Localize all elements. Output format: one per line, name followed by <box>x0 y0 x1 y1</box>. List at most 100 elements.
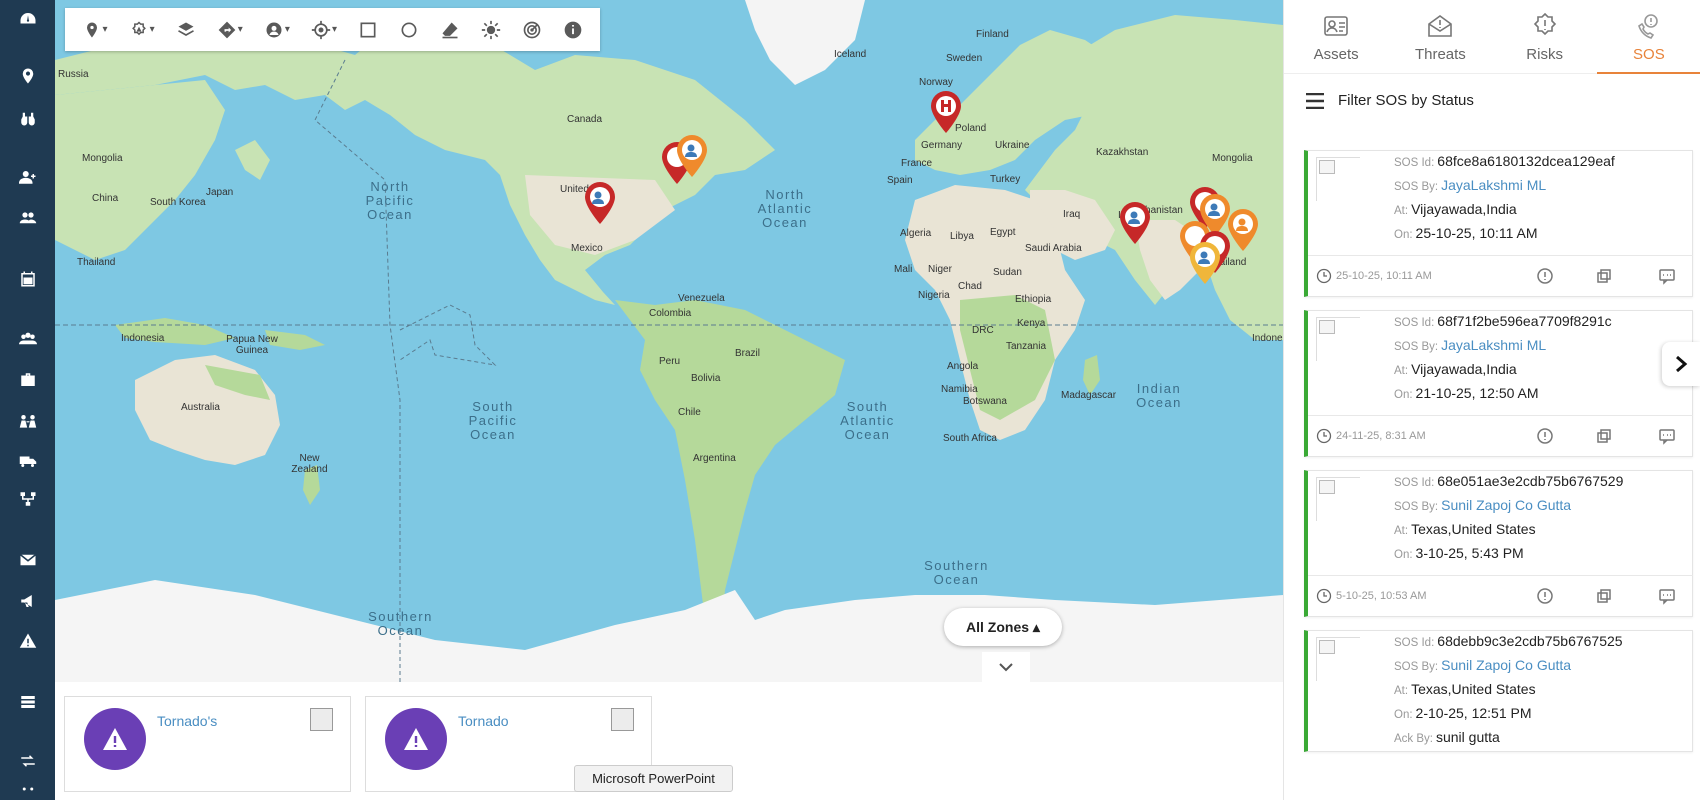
sos-id-label: SOS Id: <box>1394 637 1435 649</box>
sos-pin[interactable] <box>583 181 617 225</box>
map-pin-icon <box>86 22 97 37</box>
copy-icon[interactable] <box>1595 587 1613 605</box>
sos-card[interactable]: SOS Id: 68e051ae3e2cdb75b6767529 SOS By: S… <box>1304 470 1693 617</box>
brightness-tool[interactable] <box>481 20 501 40</box>
tab-assets[interactable]: Assets <box>1284 0 1388 74</box>
sos-card[interactable]: SOS Id: 68f71f2be596ea7709f8291c SOS By: J… <box>1304 310 1693 457</box>
binoculars-icon[interactable] <box>0 104 55 132</box>
sos-by-link[interactable]: JayaLakshmi ML <box>1441 177 1546 193</box>
map-label: Mongolia <box>1212 153 1253 164</box>
clock-icon <box>1316 428 1332 444</box>
dashboard-icon[interactable] <box>0 5 55 33</box>
sos-by-link[interactable]: Sunil Zapoj Co Gutta <box>1441 497 1571 513</box>
map-label: Finland <box>976 29 1009 40</box>
people-connect-icon[interactable] <box>0 407 55 435</box>
layers-tool[interactable] <box>176 20 196 40</box>
rectangle-draw-tool[interactable] <box>358 20 378 40</box>
filter-label: Filter SOS by Status <box>1338 92 1474 109</box>
chat-icon[interactable] <box>1658 427 1676 445</box>
sos-id-label: SOS Id: <box>1394 157 1435 169</box>
tab-threats[interactable]: Threats <box>1388 0 1492 74</box>
map-label: Brazil <box>735 348 761 359</box>
calendar-icon[interactable] <box>0 265 55 293</box>
copy-icon[interactable] <box>1595 427 1613 445</box>
next-arrow-button[interactable] <box>1662 342 1700 386</box>
sos-pin[interactable] <box>675 134 709 178</box>
hamburger-icon <box>1306 92 1324 109</box>
map-label: South Korea <box>150 197 206 208</box>
user-add-icon[interactable] <box>0 163 55 191</box>
warning-icon[interactable] <box>0 627 55 655</box>
list-icon[interactable] <box>0 688 55 716</box>
map-toolbar: ▾ ▾ ▾ ▾ ▾ <box>65 8 600 51</box>
acknowledge-icon[interactable] <box>1536 267 1554 285</box>
location-pin-tool[interactable]: ▾ <box>82 20 108 40</box>
tab-risks[interactable]: Risks <box>1493 0 1597 74</box>
map-label: Namibia <box>941 384 978 395</box>
alert-checkbox[interactable] <box>611 708 634 731</box>
alert-card[interactable]: Tornado's <box>64 696 351 792</box>
circle-icon <box>401 22 417 37</box>
chevron-right-icon <box>1676 355 1688 373</box>
eraser-tool[interactable] <box>440 20 460 40</box>
world-map[interactable]: Russia Mongolia China South Korea Japan … <box>55 0 1283 682</box>
team-icon[interactable] <box>0 325 55 353</box>
sos-id-value: 68debb9c3e2cdb75b6767525 <box>1437 633 1623 649</box>
alert-title[interactable]: Tornado <box>458 713 509 729</box>
info-tool[interactable] <box>563 20 583 40</box>
threat-layer-tool[interactable]: ▾ <box>129 20 155 40</box>
users-group-icon[interactable] <box>0 204 55 232</box>
sos-by-link[interactable]: JayaLakshmi ML <box>1441 337 1546 353</box>
envelope-icon[interactable] <box>0 546 55 574</box>
megaphone-icon[interactable] <box>0 587 55 615</box>
acknowledge-icon[interactable] <box>1536 427 1554 445</box>
clock-icon <box>1316 268 1332 284</box>
filter-sos-toggle[interactable]: Filter SOS by Status <box>1306 92 1474 109</box>
radar-tool[interactable] <box>522 20 542 40</box>
alert-title[interactable]: Tornado's <box>157 713 217 729</box>
network-icon[interactable] <box>0 485 55 513</box>
directions-tool[interactable]: ▾ <box>217 20 243 40</box>
eraser-icon <box>442 22 458 38</box>
sos-pin[interactable] <box>929 90 963 134</box>
alert-checkbox[interactable] <box>310 708 333 731</box>
map-label: Canada <box>567 114 603 125</box>
map-label: Botswana <box>963 396 1007 407</box>
warning-icon <box>103 728 127 750</box>
copy-icon[interactable] <box>1595 267 1613 285</box>
truck-icon[interactable] <box>0 447 55 475</box>
chat-icon[interactable] <box>1658 587 1676 605</box>
sos-id-value: 68fce8a6180132dcea129eaf <box>1437 153 1615 169</box>
all-zones-button[interactable]: All Zones ▴ <box>944 608 1062 646</box>
chat-icon[interactable] <box>1658 267 1676 285</box>
map-label: Mali <box>894 264 913 275</box>
sos-card-footer: 5-10-25, 10:53 AM <box>1308 575 1693 616</box>
sos-by-link[interactable]: Sunil Zapoj Co Gutta <box>1441 657 1571 673</box>
map-label: New Zealand <box>291 453 328 475</box>
sos-card[interactable]: SOS Id: 68debb9c3e2cdb75b6767525 SOS By: S… <box>1304 630 1693 752</box>
sos-pin[interactable] <box>1118 201 1152 245</box>
map-pin-icon[interactable] <box>0 62 55 90</box>
map-label: Sudan <box>993 267 1022 278</box>
map-label: Ukraine <box>995 140 1030 151</box>
radar-icon <box>523 21 541 38</box>
swap-arrows-icon[interactable] <box>0 747 55 775</box>
tab-sos[interactable]: SOS <box>1596 0 1700 74</box>
sos-card[interactable]: SOS Id: 68fce8a6180132dcea129eaf SOS By: J… <box>1304 150 1693 297</box>
ocean-label: Indian Ocean <box>1136 381 1182 410</box>
acknowledge-icon[interactable] <box>1536 587 1554 605</box>
sos-by-label: SOS By: <box>1394 341 1439 353</box>
circle-draw-tool[interactable] <box>399 20 419 40</box>
taskbar-tooltip: Microsoft PowerPoint <box>574 765 733 792</box>
more-icon[interactable] <box>0 782 55 796</box>
sos-id-value: 68f71f2be596ea7709f8291c <box>1437 313 1612 329</box>
collapse-panel-button[interactable] <box>982 652 1030 682</box>
tab-label: Assets <box>1313 46 1359 63</box>
ocean-label: North Pacific Ocean <box>365 179 415 222</box>
sos-at-label: At: <box>1394 525 1409 537</box>
crosshair-tool[interactable]: ▾ <box>311 20 337 40</box>
sos-pin[interactable] <box>1188 241 1222 285</box>
map-label: Bolivia <box>691 373 721 384</box>
person-filter-tool[interactable]: ▾ <box>264 20 290 40</box>
briefcase-icon[interactable] <box>0 366 55 394</box>
